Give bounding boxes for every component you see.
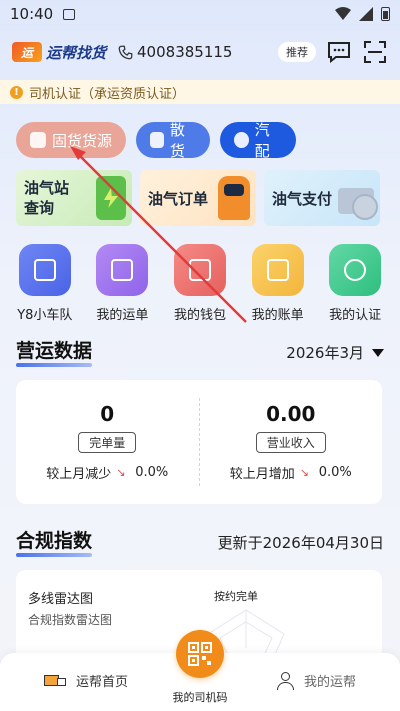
compare-label: 较上月减少 xyxy=(46,467,112,482)
fuel-pump-icon xyxy=(96,176,126,220)
fuel-payment-banner[interactable]: 油气支付 xyxy=(264,170,380,226)
service-phone[interactable]: 4008385115 xyxy=(118,43,232,61)
bulk-cargo-pill[interactable]: 散货 xyxy=(136,121,210,160)
warning-icon: ! xyxy=(10,85,23,99)
wifi-icon xyxy=(335,7,351,20)
radar-chart-subtitle: 合规指数雷达图 xyxy=(28,613,113,627)
waybill-icon xyxy=(96,244,149,296)
grid-label: 我的钱包 xyxy=(173,308,226,323)
pill-label: 固货货源 xyxy=(52,131,113,150)
revenue-value: 0.00 xyxy=(266,402,316,426)
bill-icon xyxy=(251,244,304,296)
radar-axis-label: 按约完单 xyxy=(214,590,258,603)
compliance-section-title: 合规指数 xyxy=(16,526,92,557)
completed-orders-tag: 完单量 xyxy=(78,432,137,453)
scan-button[interactable] xyxy=(362,39,388,65)
fuel-service-banners: 油气站查询 油气订单 油气支付 xyxy=(16,170,380,226)
robot-fuel-icon xyxy=(218,176,250,220)
globe-icon xyxy=(234,132,249,148)
tab-label: 运帮首页 xyxy=(76,675,129,690)
driver-qr-label: 我的司机码 xyxy=(172,691,228,704)
driver-qr-button[interactable] xyxy=(176,630,224,678)
completed-orders-value: 0 xyxy=(100,402,115,426)
certification-text: 司机认证（承运资质认证） xyxy=(29,86,186,102)
app-logo: 运 运帮找货 xyxy=(12,42,106,63)
pill-label: 散货 xyxy=(169,121,185,160)
fleet-icon xyxy=(18,244,71,296)
fuel-station-search-banner[interactable]: 油气站查询 xyxy=(16,170,132,226)
completed-orders-compare: 较上月减少 ↘ 0.0% xyxy=(46,463,168,482)
grid-item-waybill[interactable]: 我的运单 xyxy=(86,244,158,323)
person-icon xyxy=(276,671,294,690)
auto-parts-pill[interactable]: 汽配 xyxy=(220,121,296,160)
phone-icon xyxy=(118,45,133,59)
recommend-button[interactable]: 推荐 xyxy=(278,42,316,62)
trend-down-icon: ↘ xyxy=(299,465,309,479)
compare-label: 较上月增加 xyxy=(229,467,295,482)
tab-label: 我的运帮 xyxy=(303,675,356,690)
function-grid: Y8小车队 我的运单 我的钱包 我的账单 我的认证 xyxy=(0,244,400,323)
image-notification-icon xyxy=(63,8,76,20)
battery-icon xyxy=(381,7,390,21)
grid-item-bill[interactable]: 我的账单 xyxy=(242,244,314,323)
month-selector[interactable]: 2026年3月 xyxy=(286,342,384,363)
card-icon xyxy=(150,132,164,148)
grid-item-certification[interactable]: 我的认证 xyxy=(319,244,391,323)
revenue-stat: 0.00 营业收入 较上月增加 ↘ 0.0% xyxy=(200,380,383,504)
scan-icon xyxy=(364,41,386,63)
grid-label: 我的运单 xyxy=(96,308,149,323)
status-bar: 10:40 xyxy=(0,0,400,28)
wallet-icon xyxy=(173,244,226,296)
grid-label: Y8小车队 xyxy=(17,308,73,323)
signal-icon xyxy=(359,7,373,21)
driver-certification-notice[interactable]: ! 司机认证（承运资质认证） xyxy=(0,80,400,104)
status-time: 10:40 xyxy=(10,5,54,23)
revenue-compare: 较上月增加 ↘ 0.0% xyxy=(230,463,352,482)
grid-item-fleet[interactable]: Y8小车队 xyxy=(9,244,81,323)
dropdown-arrow-icon xyxy=(372,348,384,357)
ops-section-title: 营运数据 xyxy=(16,336,92,367)
message-icon xyxy=(328,42,350,63)
card-coin-icon xyxy=(338,188,378,220)
compliance-updated-time: 更新于2026年04月30日 xyxy=(217,534,384,552)
compare-value: 0.0% xyxy=(135,465,169,480)
status-icons xyxy=(335,7,390,21)
truck-icon xyxy=(44,673,66,689)
completed-orders-stat: 0 完单量 较上月减少 ↘ 0.0% xyxy=(16,380,199,504)
tab-mine[interactable]: 我的运帮 xyxy=(276,671,356,690)
trend-down-icon: ↘ xyxy=(116,465,126,479)
message-button[interactable] xyxy=(326,39,352,65)
pill-label: 汽配 xyxy=(254,121,270,160)
month-value: 2026年3月 xyxy=(286,344,364,362)
logo-mark-icon: 运 xyxy=(12,42,42,62)
app-header: 运 运帮找货 4008385115 推荐 xyxy=(0,36,400,68)
cube-icon xyxy=(30,132,46,148)
fixed-cargo-pill[interactable]: 固货货源 xyxy=(16,122,126,158)
tab-home[interactable]: 运帮首页 xyxy=(44,671,128,690)
grid-label: 我的账单 xyxy=(251,308,304,323)
id-card-icon xyxy=(329,244,382,296)
phone-number: 4008385115 xyxy=(137,43,233,61)
banner-label: 油气站查询 xyxy=(24,179,70,217)
grid-label: 我的认证 xyxy=(329,308,382,323)
fuel-order-banner[interactable]: 油气订单 xyxy=(140,170,256,226)
compare-value: 0.0% xyxy=(318,465,352,480)
cargo-category-pills: 固货货源 散货 汽配 xyxy=(16,121,296,160)
qr-code-icon xyxy=(188,642,212,666)
revenue-tag: 营业收入 xyxy=(255,432,326,453)
app-name: 运帮找货 xyxy=(46,43,107,62)
grid-item-wallet[interactable]: 我的钱包 xyxy=(164,244,236,323)
ops-stats-card: 0 完单量 较上月减少 ↘ 0.0% 0.00 营业收入 较上月增加 ↘ 0.0… xyxy=(16,380,382,504)
radar-chart-title: 多线雷达图 xyxy=(28,592,94,607)
